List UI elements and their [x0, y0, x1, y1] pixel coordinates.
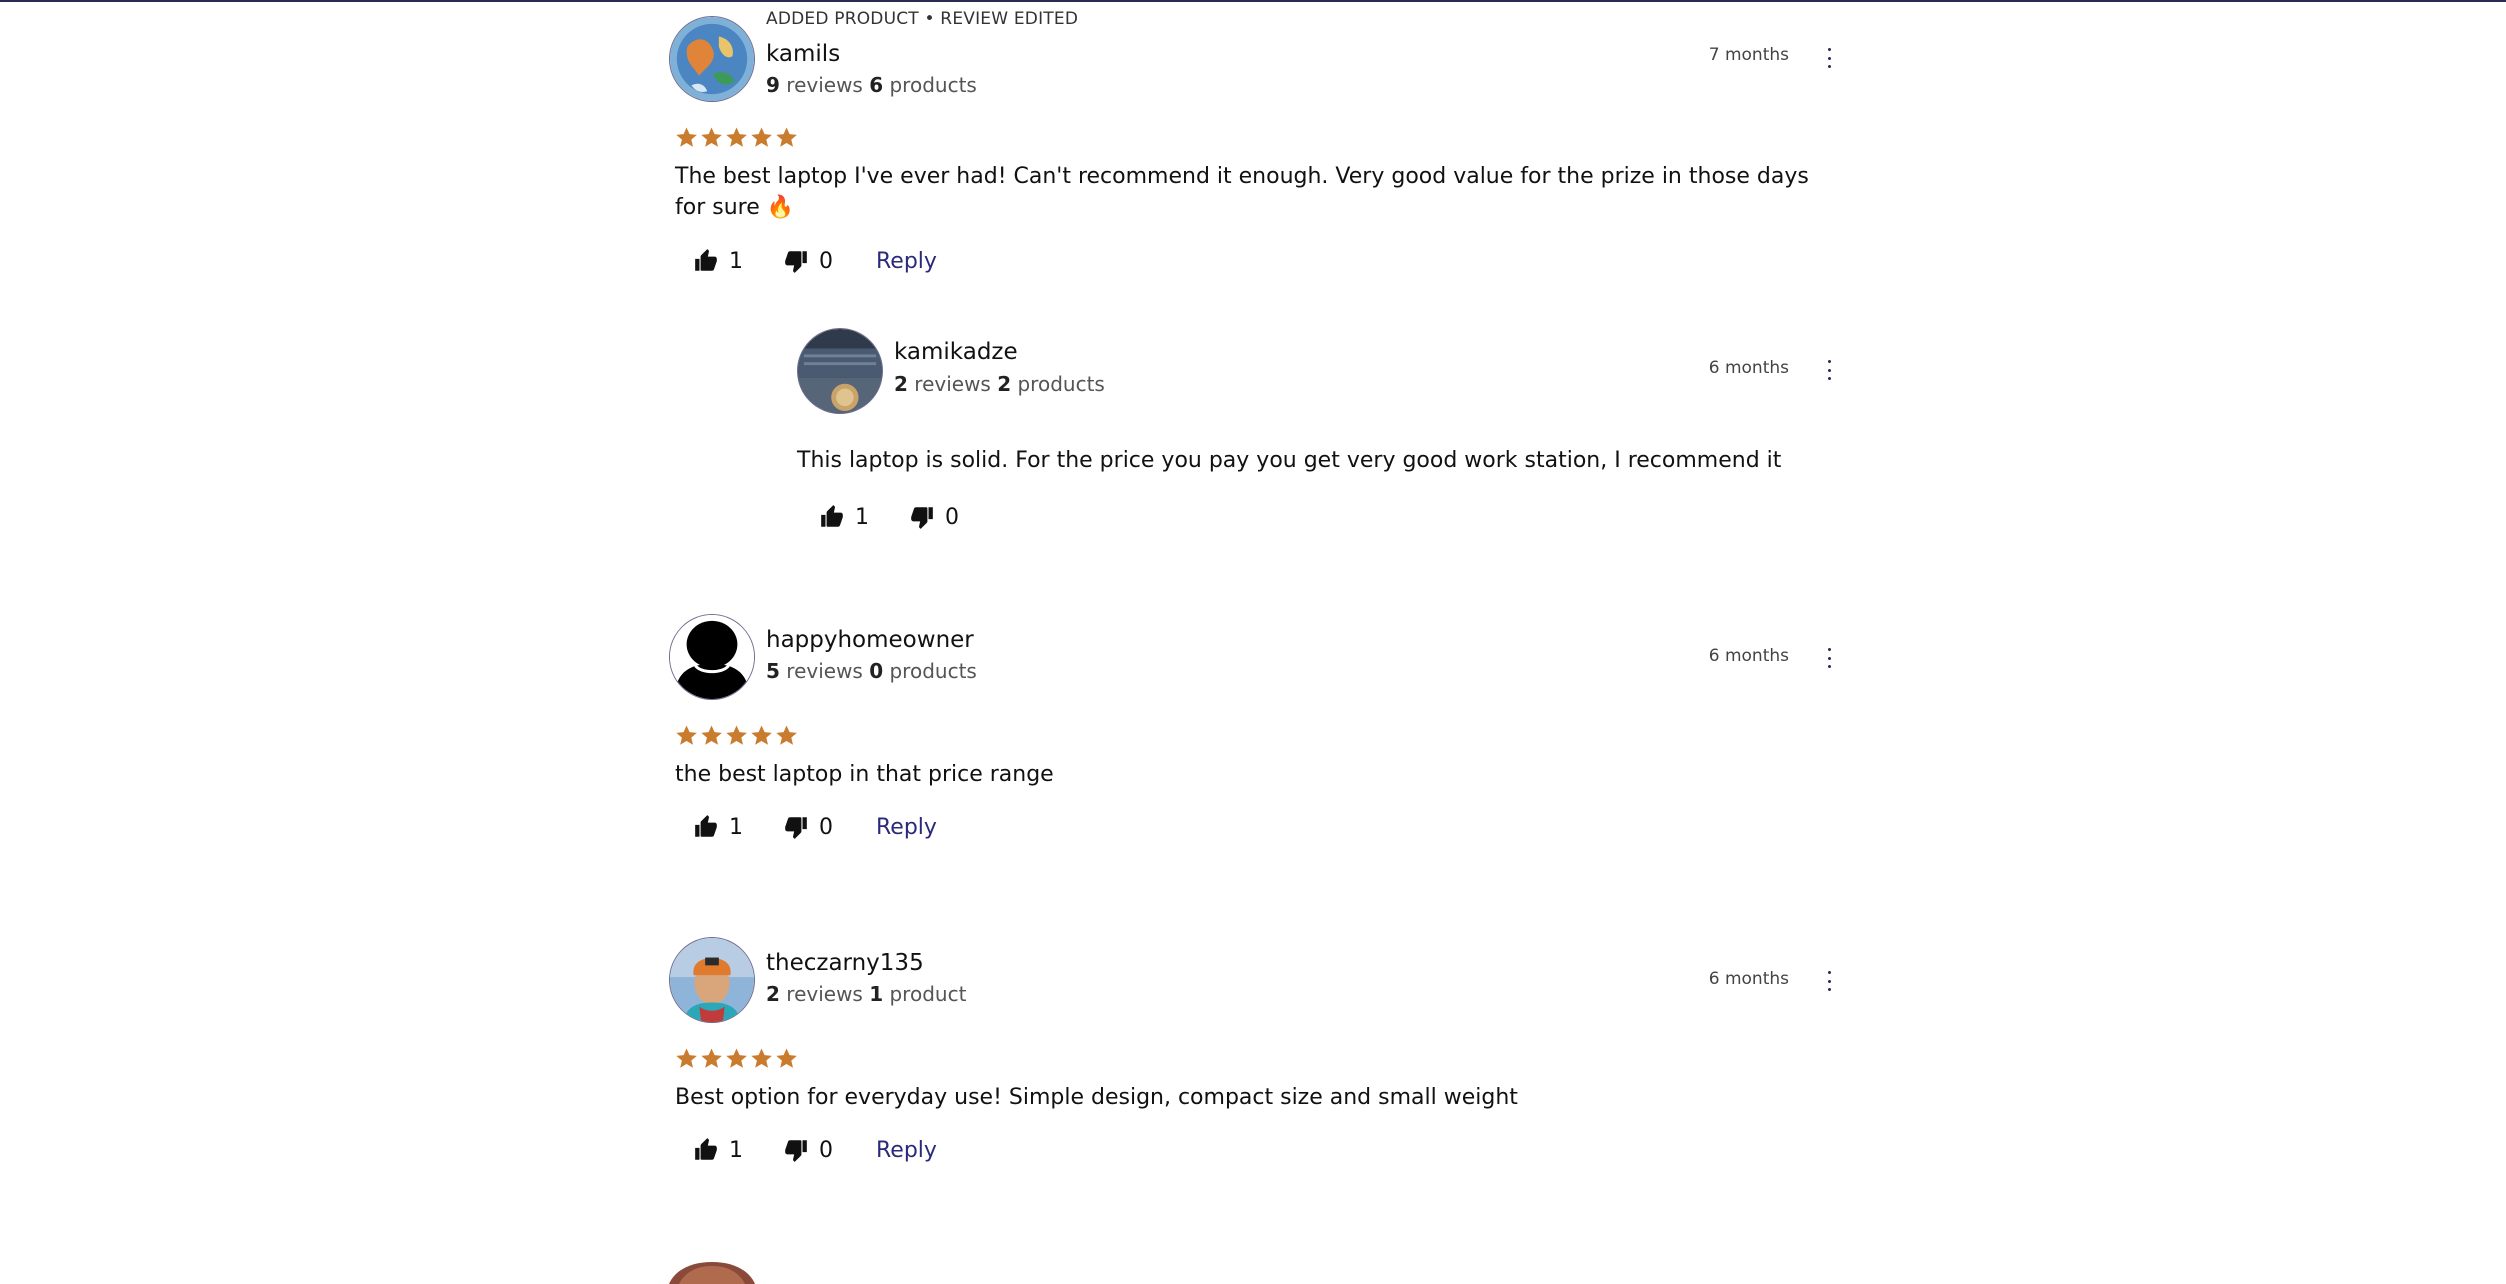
- dislike-button[interactable]: 0: [783, 1137, 876, 1163]
- review-time: 6 months: [1708, 646, 1789, 666]
- reviews-count: 5: [766, 659, 780, 683]
- dislike-button[interactable]: 0: [909, 504, 1002, 530]
- more-options-icon[interactable]: [1823, 358, 1835, 382]
- top-border: [0, 0, 2506, 2]
- star-rating: [675, 724, 798, 747]
- review-meta: ADDED PRODUCT • REVIEW EDITED: [766, 9, 1079, 29]
- reviews-label: reviews: [786, 73, 863, 97]
- like-count: 1: [729, 248, 743, 274]
- products-label: product: [889, 982, 967, 1006]
- review-actions: 1 0 Reply: [693, 248, 937, 274]
- reply-text: This laptop is solid. For the price you …: [797, 448, 1782, 473]
- products-count: 2: [997, 372, 1012, 396]
- username[interactable]: theczarny135: [766, 950, 924, 976]
- reply-actions: 1 0: [819, 504, 1002, 530]
- dislike-count: 0: [945, 504, 959, 530]
- review-time: 6 months: [1708, 969, 1789, 989]
- star-icon: [751, 725, 772, 745]
- star-icon: [776, 725, 797, 745]
- like-count: 1: [729, 1137, 743, 1163]
- like-count: 1: [729, 814, 743, 840]
- review-text: The best laptop I've ever had! Can't rec…: [675, 164, 1809, 220]
- user-stats: 2 reviews 1 product: [766, 982, 966, 1006]
- thumbs-up-icon: [695, 1138, 717, 1160]
- thumbs-up-icon: [821, 505, 843, 527]
- products-count: 6: [869, 73, 884, 97]
- user-stats: 2 reviews 2 products: [894, 372, 1105, 396]
- more-options-icon[interactable]: [1823, 46, 1835, 70]
- reply-button[interactable]: Reply: [876, 1138, 937, 1163]
- review-text: the best laptop in that price range: [675, 762, 1054, 787]
- thumbs-up-icon: [695, 249, 717, 271]
- username[interactable]: happyhomeowner: [766, 627, 974, 653]
- star-icon: [676, 1048, 697, 1068]
- thumbs-down-icon: [785, 251, 807, 273]
- star-icon: [726, 1048, 747, 1068]
- star-icon: [701, 1048, 722, 1068]
- reply-time: 6 months: [1708, 358, 1789, 378]
- products-count: 1: [869, 982, 884, 1006]
- review-actions: 1 0 Reply: [693, 814, 937, 840]
- reply-button[interactable]: Reply: [876, 815, 937, 840]
- star-icon: [701, 127, 722, 147]
- star-icon: [726, 127, 747, 147]
- dislike-count: 0: [819, 248, 833, 274]
- review-actions: 1 0 Reply: [693, 1137, 937, 1163]
- avatar[interactable]: [669, 937, 755, 1023]
- reply-button[interactable]: Reply: [876, 249, 937, 274]
- thumbs-down-icon: [785, 817, 807, 839]
- reviews-count: 9: [766, 73, 780, 97]
- user-stats: 5 reviews 0 products: [766, 659, 977, 683]
- user-stats: 9 reviews 6 products: [766, 73, 977, 97]
- reviews-count: 2: [894, 372, 908, 396]
- products-label: products: [1017, 372, 1105, 396]
- more-options-icon[interactable]: [1823, 646, 1835, 670]
- products-count: 0: [869, 659, 884, 683]
- star-icon: [751, 1048, 772, 1068]
- dislike-count: 0: [819, 1137, 833, 1163]
- review-text: Best option for everyday use! Simple des…: [675, 1085, 1518, 1110]
- username[interactable]: kamils: [766, 41, 840, 67]
- more-options-icon[interactable]: [1823, 969, 1835, 993]
- star-rating: [675, 1047, 798, 1070]
- like-button[interactable]: 1: [819, 504, 909, 530]
- dislike-button[interactable]: 0: [783, 248, 876, 274]
- thumbs-down-icon: [911, 507, 933, 529]
- avatar[interactable]: [669, 16, 755, 102]
- dislike-button[interactable]: 0: [783, 814, 876, 840]
- avatar[interactable]: [797, 328, 883, 414]
- reviews-label: reviews: [786, 982, 863, 1006]
- like-count: 1: [855, 504, 869, 530]
- star-icon: [776, 127, 797, 147]
- products-label: products: [889, 73, 977, 97]
- dislike-count: 0: [819, 814, 833, 840]
- products-label: products: [889, 659, 977, 683]
- reviews-count: 2: [766, 982, 780, 1006]
- star-icon: [701, 725, 722, 745]
- like-button[interactable]: 1: [693, 1137, 783, 1163]
- star-icon: [776, 1048, 797, 1068]
- username[interactable]: kamikadze: [894, 339, 1018, 365]
- thumbs-up-icon: [695, 815, 717, 837]
- reviews-label: reviews: [914, 372, 991, 396]
- star-icon: [751, 127, 772, 147]
- avatar[interactable]: [669, 614, 755, 700]
- like-button[interactable]: 1: [693, 814, 783, 840]
- next-review-avatar[interactable]: [669, 1262, 755, 1284]
- reviews-label: reviews: [786, 659, 863, 683]
- review-time: 7 months: [1708, 45, 1789, 65]
- thumbs-down-icon: [785, 1140, 807, 1162]
- star-rating: [675, 126, 798, 149]
- like-button[interactable]: 1: [693, 248, 783, 274]
- star-icon: [676, 127, 697, 147]
- star-icon: [676, 725, 697, 745]
- star-icon: [726, 725, 747, 745]
